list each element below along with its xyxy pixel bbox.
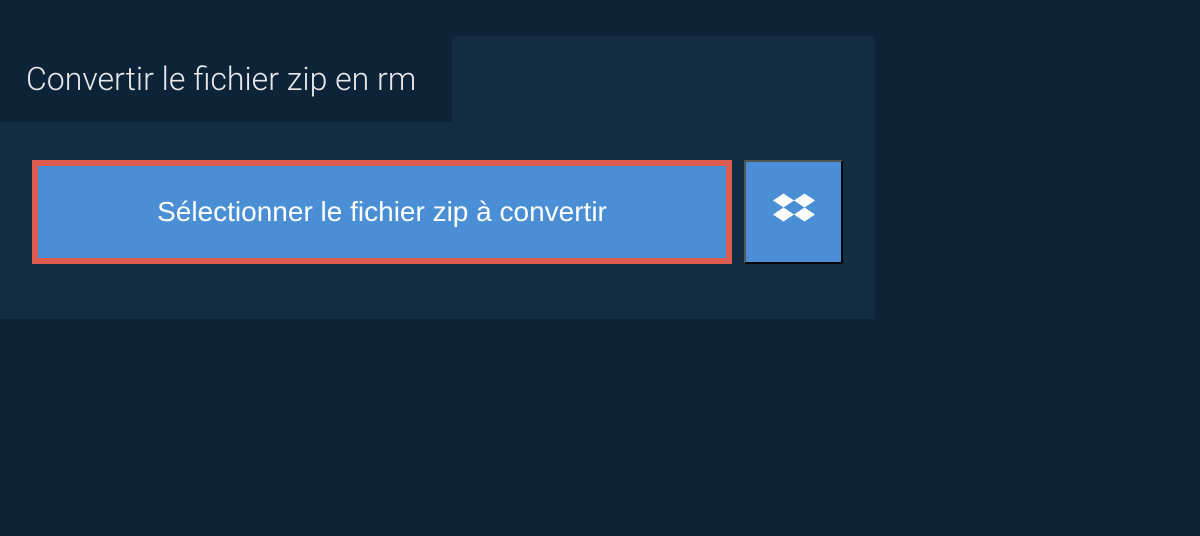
select-file-button[interactable]: Sélectionner le fichier zip à convertir xyxy=(32,160,732,264)
page-title: Convertir le fichier zip en rm xyxy=(26,60,416,98)
page-title-tab: Convertir le fichier zip en rm xyxy=(0,36,452,122)
action-row: Sélectionner le fichier zip à convertir xyxy=(0,122,875,302)
dropbox-button[interactable] xyxy=(744,160,843,264)
select-file-label: Sélectionner le fichier zip à convertir xyxy=(157,196,607,227)
dropbox-icon xyxy=(773,190,815,235)
converter-panel: Convertir le fichier zip en rm Sélection… xyxy=(0,36,875,319)
